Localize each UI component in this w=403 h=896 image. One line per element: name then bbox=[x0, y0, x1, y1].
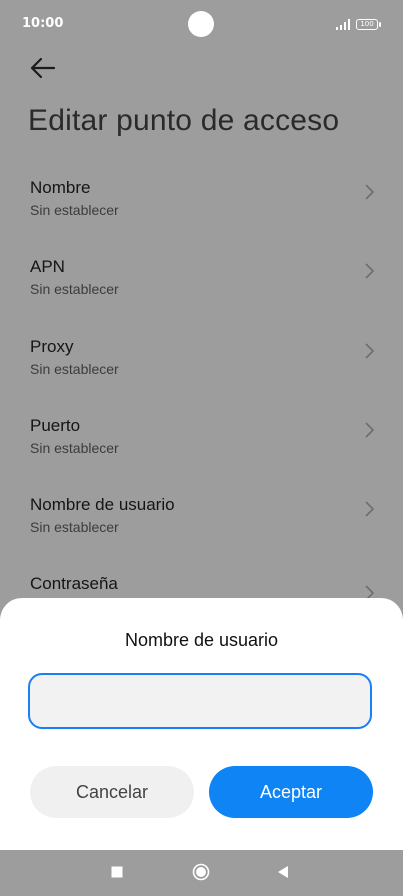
dialog-title: Nombre de usuario bbox=[124, 630, 279, 650]
setting-value: Sin establecer bbox=[30, 361, 119, 377]
setting-value: Sin establecer bbox=[30, 519, 119, 535]
status-bar: 10:00 100 bbox=[0, 0, 403, 48]
setting-label: Nombre de usuario bbox=[30, 495, 175, 514]
setting-value: Sin establecer bbox=[30, 202, 119, 218]
setting-value: Sin establecer bbox=[30, 440, 119, 456]
setting-label: Puerto bbox=[30, 416, 81, 435]
setting-label: Nombre bbox=[30, 178, 91, 197]
chevron-right-icon bbox=[365, 585, 375, 598]
status-time: 10:00 bbox=[22, 16, 64, 31]
setting-item-apn[interactable]: APN Sin establecer bbox=[0, 257, 403, 327]
setting-item-puerto[interactable]: Puerto Sin establecer bbox=[0, 416, 403, 486]
battery-level: 100 bbox=[360, 20, 374, 28]
cancel-button[interactable]: Cancelar bbox=[30, 766, 194, 818]
page-title: Editar punto de acceso bbox=[28, 104, 340, 137]
chevron-right-icon bbox=[365, 184, 375, 200]
chevron-right-icon bbox=[365, 422, 375, 438]
username-input[interactable] bbox=[28, 673, 372, 729]
chevron-right-icon bbox=[365, 343, 375, 359]
chevron-right-icon bbox=[365, 263, 375, 279]
square-icon[interactable] bbox=[111, 866, 123, 878]
setting-label: Proxy bbox=[30, 337, 74, 356]
input-dialog: Nombre de usuario Cancelar Aceptar bbox=[0, 598, 403, 850]
accept-button[interactable]: Aceptar bbox=[209, 766, 373, 818]
setting-item-proxy[interactable]: Proxy Sin establecer bbox=[0, 337, 403, 407]
camera-cutout bbox=[188, 11, 214, 37]
chevron-right-icon bbox=[365, 501, 375, 517]
circle-icon[interactable] bbox=[192, 863, 210, 881]
signal-icon bbox=[336, 19, 350, 30]
setting-item-nombre[interactable]: Nombre Sin establecer bbox=[0, 178, 403, 248]
setting-label: APN bbox=[30, 257, 65, 276]
screen: 10:00 100 Editar punto de acceso Nombre … bbox=[0, 0, 403, 896]
triangle-left-icon[interactable] bbox=[277, 865, 289, 879]
back-arrow-icon[interactable] bbox=[28, 55, 58, 81]
setting-item-nombre-de-usuario[interactable]: Nombre de usuario Sin establecer bbox=[0, 495, 403, 565]
setting-label: Contraseña bbox=[30, 574, 118, 593]
navigation-bar bbox=[0, 850, 403, 896]
battery-icon: 100 bbox=[356, 19, 381, 30]
setting-value: Sin establecer bbox=[30, 281, 119, 297]
